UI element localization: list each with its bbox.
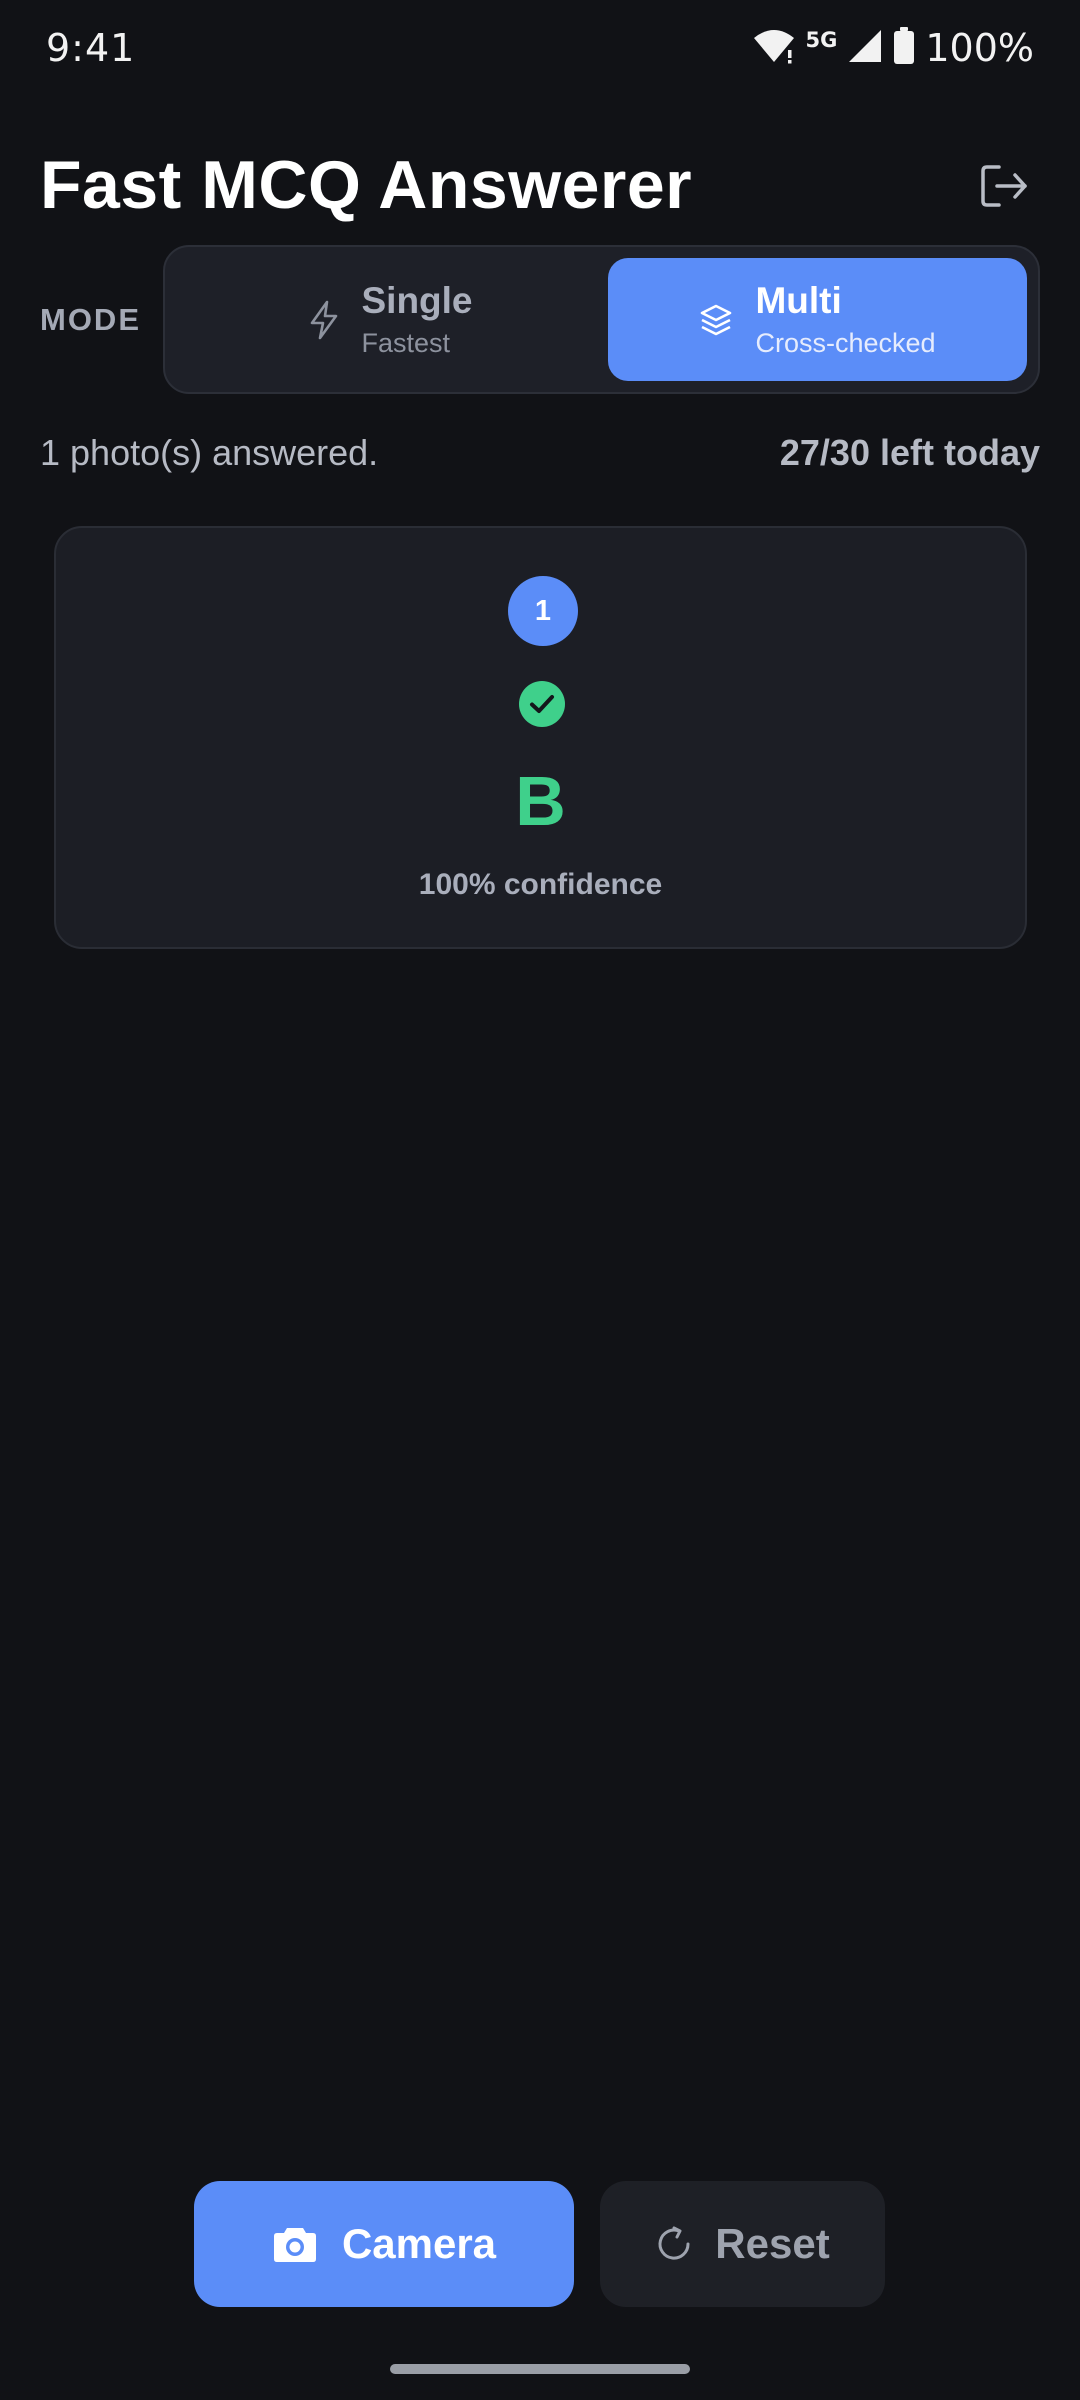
refresh-icon [658, 2226, 690, 2260]
status-bar: 9:41 5G 100% [0, 0, 1080, 96]
result-card: 1 B 100% confidence [54, 526, 1027, 949]
network-label: 5G [805, 28, 838, 52]
status-time: 9:41 [46, 26, 136, 70]
daily-quota: 27/30 left today [779, 432, 1040, 473]
photo-number-badge: 1 [508, 576, 578, 646]
mode-option-subtitle: Cross-checked [755, 328, 936, 358]
logout-button[interactable] [974, 158, 1034, 214]
wifi-icon [752, 28, 796, 69]
camera-button-label: Camera [341, 2220, 497, 2267]
page-title: Fast MCQ Answerer [40, 147, 693, 223]
battery-percentage: 100% [925, 26, 1034, 70]
mode-label: MODE [40, 302, 141, 337]
reset-button-label: Reset [715, 2220, 830, 2267]
reset-button[interactable]: Reset [600, 2181, 885, 2307]
layers-icon [701, 304, 732, 335]
mode-selector: Single Fastest Multi Cross-checked [163, 245, 1040, 394]
mode-option-single-text: Single Fastest [361, 280, 472, 359]
mode-option-title: Multi [755, 280, 842, 321]
answered-count: 1 photo(s) answered. [40, 432, 379, 473]
camera-button[interactable]: Camera [194, 2181, 574, 2307]
signal-icon [847, 28, 883, 69]
check-circle-icon [519, 681, 565, 727]
home-indicator[interactable] [390, 2364, 690, 2374]
mode-option-multi[interactable]: Multi Cross-checked [608, 258, 1027, 381]
mode-option-single[interactable]: Single Fastest [175, 258, 607, 381]
battery-icon [893, 26, 915, 70]
mode-option-title: Single [361, 280, 473, 321]
lightning-icon [311, 300, 338, 339]
camera-icon [273, 2228, 316, 2262]
confidence-text: 100% confidence [418, 868, 663, 901]
status-icons: 5G 100% [752, 26, 1034, 70]
mode-option-subtitle: Fastest [361, 328, 451, 358]
app-screen: 9:41 5G 100% Fast MCQ Answerer MODE Sing… [0, 0, 1080, 2400]
answer-letter: B [515, 762, 566, 840]
logout-icon [981, 165, 1027, 207]
mode-option-multi-text: Multi Cross-checked [755, 280, 935, 359]
